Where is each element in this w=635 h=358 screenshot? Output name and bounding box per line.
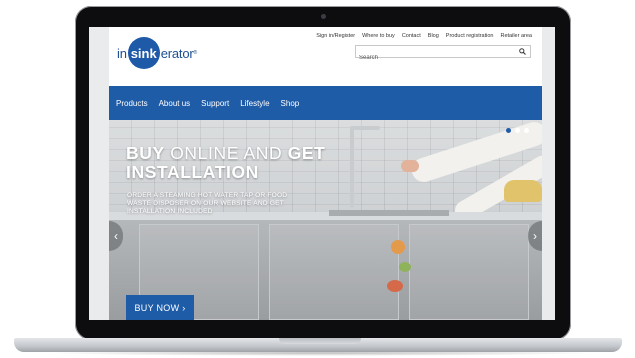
search-icon[interactable]	[519, 48, 526, 55]
hero-food-scrap	[399, 262, 411, 272]
link-contact[interactable]: Contact	[402, 33, 421, 39]
hero-cabinet-door	[409, 224, 529, 320]
nav-item-support[interactable]: Support	[201, 99, 229, 108]
hero-hand	[401, 160, 419, 172]
nav-item-shop[interactable]: Shop	[281, 99, 300, 108]
hero-sink	[329, 210, 449, 216]
link-retailer-area[interactable]: Retailer area	[501, 33, 533, 39]
webcam	[321, 14, 326, 19]
hero-tap	[350, 128, 354, 208]
hero-tap-spout	[350, 126, 380, 130]
buy-now-button[interactable]: BUY NOW ›	[126, 295, 194, 320]
nav-item-products[interactable]: Products	[116, 99, 148, 108]
carousel-dots	[506, 128, 529, 133]
hero-fruit-bowl	[504, 180, 542, 202]
hero-food-scrap	[387, 280, 403, 292]
link-blog[interactable]: Blog	[428, 33, 439, 39]
carousel-dot-2[interactable]	[515, 128, 520, 133]
laptop-screen: in sink erator ® Sign in/Register Where …	[89, 27, 555, 320]
link-where-to-buy[interactable]: Where to buy	[362, 33, 395, 39]
utility-links: Sign in/Register Where to buy Contact Bl…	[316, 33, 532, 39]
main-navigation: Products About us Support Lifestyle Shop	[109, 86, 542, 120]
hero-subheading: ORDER A STEAMING HOT WATER TAP OR FOOD W…	[127, 192, 288, 215]
carousel-dot-3[interactable]	[524, 128, 529, 133]
link-product-registration[interactable]: Product registration	[446, 33, 494, 39]
logo-prefix: in	[117, 45, 127, 61]
nav-item-lifestyle[interactable]: Lifestyle	[240, 99, 269, 108]
hero-headline: BUY ONLINE AND GET INSTALLATION	[126, 144, 325, 182]
hero-food-scrap	[391, 240, 405, 254]
hero-cabinet-door	[269, 224, 399, 320]
browser-margin-right	[542, 27, 555, 320]
search-input[interactable]	[356, 52, 506, 64]
logo-circle: sink	[127, 37, 160, 69]
insinkerator-logo[interactable]: in sink erator ®	[117, 37, 197, 69]
browser-margin-left	[89, 27, 109, 320]
logo-suffix: erator	[160, 45, 194, 61]
link-sign-in[interactable]: Sign in/Register	[316, 33, 355, 39]
carousel-dot-1[interactable]	[506, 128, 511, 133]
laptop-notch	[279, 338, 361, 344]
hero-banner: BUY ONLINE AND GET INSTALLATION ORDER A …	[109, 120, 542, 320]
hero-headline-buy: BUY	[126, 143, 165, 163]
website: in sink erator ® Sign in/Register Where …	[109, 27, 542, 320]
logo-trademark: ®	[193, 50, 198, 56]
nav-item-about-us[interactable]: About us	[159, 99, 191, 108]
hero-headline-mid: ONLINE AND	[164, 143, 288, 163]
search-box	[355, 45, 531, 64]
hero-headline-get: GET	[287, 143, 326, 163]
hero-headline-installation: INSTALLATION	[126, 162, 259, 182]
